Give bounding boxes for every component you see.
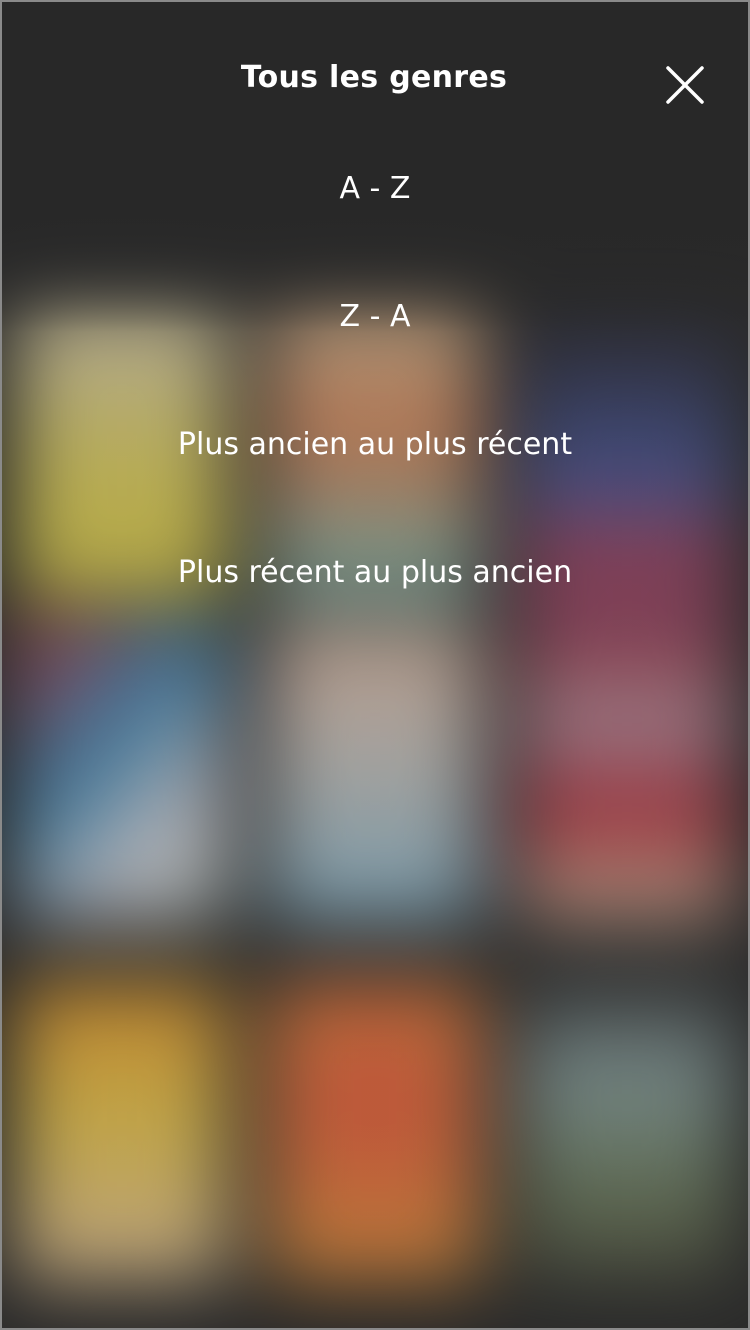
sort-option-a-z[interactable]: A - Z — [2, 130, 748, 258]
close-button[interactable] — [658, 58, 712, 112]
sort-option-oldest-first[interactable]: Plus ancien au plus récent — [2, 386, 748, 514]
sort-modal-screen: Tous les genres A - Z Z - A Plus ancien … — [0, 0, 750, 1330]
close-icon — [666, 66, 704, 104]
sort-options-list: A - Z Z - A Plus ancien au plus récent P… — [2, 130, 748, 642]
page-title: Tous les genres — [240, 60, 508, 95]
sort-option-z-a[interactable]: Z - A — [2, 258, 748, 386]
sort-option-newest-first[interactable]: Plus récent au plus ancien — [2, 514, 748, 642]
